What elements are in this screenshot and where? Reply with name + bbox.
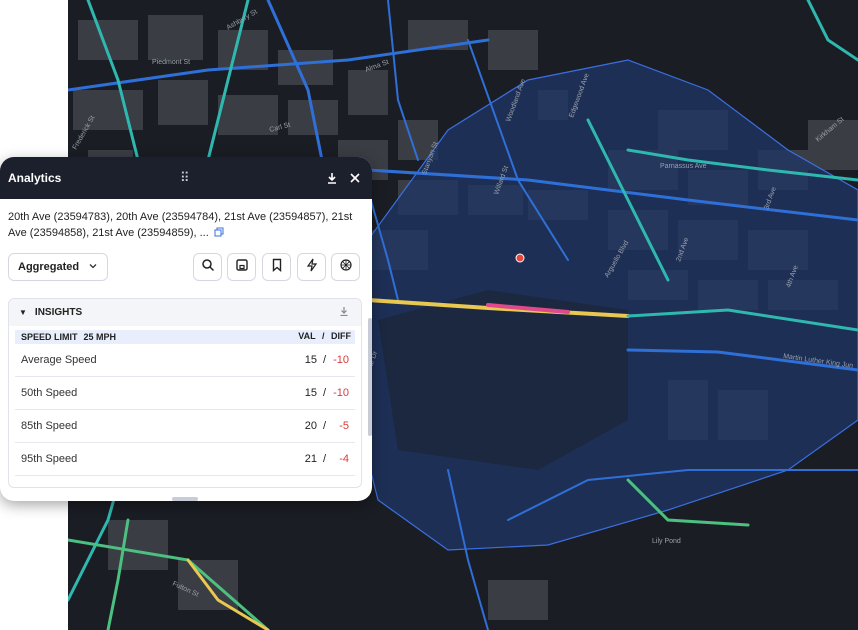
drag-handle-icon[interactable]: ⠿ <box>180 170 191 186</box>
search-button[interactable] <box>193 253 222 281</box>
metric-sep: / <box>322 453 326 465</box>
save-icon <box>235 258 249 277</box>
street-label-piedmont: Piedmont St <box>152 59 190 66</box>
metric-val: 21 <box>304 453 317 465</box>
metric-val: 15 <box>304 354 317 366</box>
metric-diff: -10 <box>333 387 349 399</box>
insights-section: ▼ INSIGHTS SPEED LIMIT 25 MPH VAL / DIFF… <box>8 298 362 488</box>
bookmark-button[interactable] <box>262 253 291 281</box>
metric-label: 85th Speed <box>21 420 78 432</box>
metric-val: 15 <box>304 387 317 399</box>
col-val: VAL <box>298 331 316 341</box>
insights-header[interactable]: ▼ INSIGHTS <box>9 299 361 326</box>
download-icon[interactable] <box>322 168 342 188</box>
aggregation-select[interactable]: Aggregated <box>8 253 108 281</box>
aggregation-value: Aggregated <box>18 261 80 273</box>
street-label-lily-pond: Lily Pond <box>652 538 681 545</box>
metric-diff: -5 <box>339 420 349 432</box>
analytics-panel: Analytics ⠿ 20th Ave (23594783), 20th Av… <box>0 157 372 501</box>
panel-toolbar: Aggregated <box>0 249 372 285</box>
collapse-triangle-icon[interactable]: ▼ <box>19 308 27 317</box>
panel-title: Analytics <box>8 171 62 185</box>
column-headers: VAL / DIFF <box>298 331 351 341</box>
segment-names: 20th Ave (23594783), 20th Ave (23594784)… <box>8 211 353 239</box>
save-button[interactable] <box>227 253 256 281</box>
metric-label: 50th Speed <box>21 387 78 399</box>
segment-list: 20th Ave (23594783), 20th Ave (23594784)… <box>0 199 372 247</box>
street-label-parnassus: Parnassus Ave <box>660 163 707 170</box>
bookmark-icon <box>270 258 284 277</box>
metric-diff: -4 <box>339 453 349 465</box>
metric-label: 95th Speed <box>21 453 78 465</box>
search-icon <box>201 258 215 277</box>
metric-row: 85th Speed 20 / -5 <box>15 410 355 443</box>
metric-diff: -10 <box>333 354 349 366</box>
lightning-icon <box>305 258 319 277</box>
ai-button[interactable] <box>331 253 360 281</box>
metric-label: Average Speed <box>21 354 97 366</box>
copy-icon[interactable] <box>214 226 224 237</box>
lightning-button[interactable] <box>297 253 326 281</box>
metric-sep: / <box>322 420 326 432</box>
speed-limit-value: 25 MPH <box>83 332 117 342</box>
panel-scrollbar[interactable] <box>368 318 372 436</box>
close-icon[interactable] <box>345 168 365 188</box>
ai-spark-icon <box>339 258 353 277</box>
insights-title: INSIGHTS <box>34 307 83 318</box>
resize-handle[interactable] <box>172 497 198 501</box>
speed-limit-row: SPEED LIMIT 25 MPH VAL / DIFF <box>15 330 355 344</box>
metric-sep: / <box>322 354 326 366</box>
speed-limit-label: SPEED LIMIT <box>21 332 78 342</box>
metric-val: 20 <box>304 420 317 432</box>
col-diff: DIFF <box>331 331 351 341</box>
metric-sep: / <box>322 387 326 399</box>
metric-row: 50th Speed 15 / -10 <box>15 377 355 410</box>
insights-download-icon[interactable] <box>339 306 349 319</box>
chevron-down-icon <box>88 261 98 274</box>
col-sep: / <box>321 331 325 341</box>
panel-header[interactable]: Analytics ⠿ <box>0 157 372 199</box>
metric-row: 95th Speed 21 / -4 <box>15 443 355 476</box>
metric-row: Average Speed 15 / -10 <box>15 344 355 377</box>
location-marker[interactable] <box>515 253 525 263</box>
